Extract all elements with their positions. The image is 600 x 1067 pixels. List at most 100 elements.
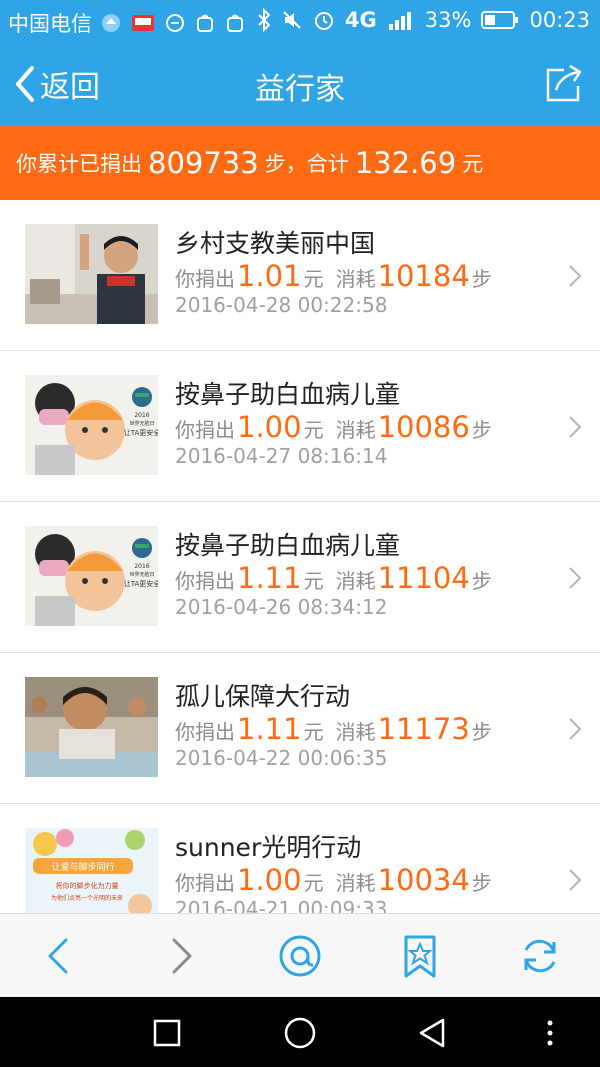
summary-prefix: 你累计已捐出 <box>16 151 142 176</box>
project-thumbnail: 2016 世界无脸日 让TA更安全 <box>25 375 158 475</box>
summary-amount-unit: 元 <box>462 151 484 176</box>
notification-app-icon <box>102 14 120 32</box>
back-arrow-icon[interactable] <box>36 932 84 980</box>
summary-steps-unit: 步，合计 <box>264 151 349 176</box>
list-item[interactable]: 2016 世界无脸日 让TA更安全 按鼻子助白血病儿童 你捐出1.11 元消耗11… <box>0 502 600 653</box>
steps-label: 步 <box>471 871 492 895</box>
item-amount: 1.11 <box>237 561 302 595</box>
donated-label: 你捐出 <box>175 871 235 895</box>
home-icon[interactable] <box>282 1015 318 1051</box>
sunner-line1-text: 让爱与脚步同行 <box>51 861 114 873</box>
item-steps: 11104 <box>377 561 470 595</box>
list-item[interactable]: 乡村支教美丽中国 你捐出1.01 元消耗10184 步 2016-04-28 00:… <box>0 200 600 351</box>
yuan-label: 元 <box>303 267 324 291</box>
summary-steps: 809733 <box>148 145 259 180</box>
item-title: 乡村支教美丽中国 <box>175 229 376 258</box>
poster-event-text: 世界无脸日 <box>129 420 154 427</box>
item-detail: 你捐出1.01 元消耗10184 步 <box>175 259 492 293</box>
list-item[interactable]: 孤儿保障大行动 你捐出1.11 元消耗11173 步 2016-04-22 00:0… <box>0 653 600 804</box>
item-amount: 1.11 <box>237 712 302 746</box>
item-detail: 你捐出1.11 元消耗11173 步 <box>175 712 492 746</box>
item-steps: 10034 <box>377 863 470 897</box>
item-detail: 你捐出1.00 元消耗10034 步 <box>175 863 492 897</box>
item-title: 按鼻子助白血病儿童 <box>175 531 401 560</box>
yuan-label: 元 <box>303 569 324 593</box>
item-title: sunner光明行动 <box>175 833 362 862</box>
sunner-line2-text: 将你的脚步化为力量 <box>56 881 119 890</box>
poster-year-text: 2016 <box>134 563 149 570</box>
notification-bag2-icon <box>227 14 243 32</box>
item-detail: 你捐出1.00 元消耗10086 步 <box>175 410 492 444</box>
consumed-label: 消耗 <box>335 871 376 895</box>
page-title: 益行家 <box>255 72 345 107</box>
item-date: 2016-04-27 08:16:14 <box>175 444 388 468</box>
item-steps: 10184 <box>377 259 470 293</box>
consumed-label: 消耗 <box>335 569 376 593</box>
yuan-label: 元 <box>303 871 324 895</box>
bluetooth-icon <box>258 8 271 32</box>
carrier-label: 中国电信 <box>8 12 92 36</box>
project-thumbnail <box>25 224 158 324</box>
mute-icon <box>283 11 301 29</box>
signal-icon <box>388 12 411 30</box>
steps-label: 步 <box>471 720 492 744</box>
item-date: 2016-04-21 00:09:33 <box>175 897 388 913</box>
bookmark-star-icon[interactable] <box>396 932 444 980</box>
browser-toolbar <box>0 913 600 997</box>
notification-bag-icon <box>197 14 213 32</box>
share-icon[interactable] <box>542 62 586 106</box>
refresh-icon[interactable] <box>516 932 564 980</box>
chevron-right-icon <box>569 869 582 891</box>
list-item[interactable]: 2016 世界无脸日 让TA更安全 按鼻子助白血病儿童 你捐出1.00 元消耗10… <box>0 351 600 502</box>
battery-icon <box>481 11 519 29</box>
system-back-icon[interactable] <box>415 1015 451 1051</box>
item-steps: 11173 <box>377 712 470 746</box>
item-amount: 1.00 <box>237 863 302 897</box>
steps-label: 步 <box>471 569 492 593</box>
item-detail: 你捐出1.11 元消耗11104 步 <box>175 561 492 595</box>
list-item[interactable]: 让爱与脚步同行 将你的脚步化为力量 为他们点亮一个光明的未来 sunner光明行… <box>0 804 600 913</box>
donated-label: 你捐出 <box>175 569 235 593</box>
clock-label: 00:23 <box>529 8 590 32</box>
steps-label: 步 <box>471 418 492 442</box>
forward-arrow-icon[interactable] <box>156 932 204 980</box>
chevron-right-icon <box>569 265 582 287</box>
system-navigation-bar <box>0 997 600 1067</box>
donated-label: 你捐出 <box>175 267 235 291</box>
yuan-label: 元 <box>303 418 324 442</box>
item-amount: 1.00 <box>237 410 302 444</box>
more-options-icon[interactable] <box>532 1015 568 1051</box>
summary-amount: 132.69 <box>354 145 457 180</box>
donated-label: 你捐出 <box>175 418 235 442</box>
notification-dcom-icon <box>132 15 154 31</box>
item-date: 2016-04-22 00:06:35 <box>175 746 388 770</box>
battery-percent-label: 33% <box>424 8 472 32</box>
item-title: 孤儿保障大行动 <box>175 682 351 711</box>
alarm-icon <box>314 12 333 30</box>
donation-list: 乡村支教美丽中国 你捐出1.01 元消耗10184 步 2016-04-28 00:… <box>0 200 600 913</box>
recent-apps-icon[interactable] <box>149 1015 185 1051</box>
network-type-label: 4G <box>344 8 377 32</box>
summary-banner: 你累计已捐出 809733 步，合计 132.69 元 <box>0 125 600 200</box>
yuan-label: 元 <box>303 720 324 744</box>
status-bar: 中国电信 4G 33% 00:23 <box>0 0 600 42</box>
navigation-bar: 返回 益行家 <box>0 42 600 125</box>
steps-label: 步 <box>471 267 492 291</box>
item-date: 2016-04-26 08:34:12 <box>175 595 388 619</box>
sunner-line3-text: 为他们点亮一个光明的未来 <box>51 894 123 902</box>
chevron-right-icon <box>569 567 582 589</box>
poster-year-text: 2016 <box>134 412 149 419</box>
consumed-label: 消耗 <box>335 418 376 442</box>
chevron-right-icon <box>569 416 582 438</box>
item-amount: 1.01 <box>237 259 302 293</box>
donated-label: 你捐出 <box>175 720 235 744</box>
poster-event-text: 世界无脸日 <box>129 571 154 578</box>
item-title: 按鼻子助白血病儿童 <box>175 380 401 409</box>
project-thumbnail: 让爱与脚步同行 将你的脚步化为力量 为他们点亮一个光明的未来 <box>25 828 158 913</box>
project-thumbnail <box>25 677 158 777</box>
poster-slogan-text: 让TA更安全 <box>124 579 158 588</box>
qq-browser-icon[interactable] <box>276 932 324 980</box>
item-steps: 10086 <box>377 410 470 444</box>
project-thumbnail: 2016 世界无脸日 让TA更安全 <box>25 526 158 626</box>
chevron-right-icon <box>569 718 582 740</box>
